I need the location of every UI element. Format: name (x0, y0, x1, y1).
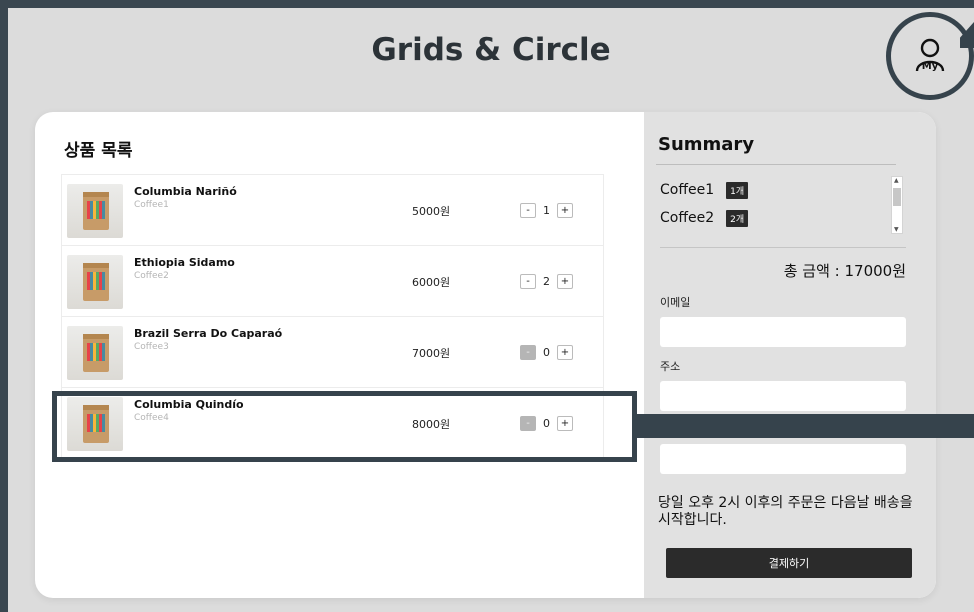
product-name: Brazil Serra Do Caparaó (134, 327, 283, 340)
product-image (67, 397, 123, 451)
checkout-button[interactable]: 결제하기 (666, 548, 912, 578)
decrease-button[interactable]: - (520, 203, 536, 218)
decrease-button[interactable]: - (520, 274, 536, 289)
increase-button[interactable]: + (557, 274, 573, 289)
divider (660, 247, 906, 248)
product-image (67, 184, 123, 238)
product-price: 6000원 (412, 276, 451, 289)
product-subtitle: Coffee2 (134, 271, 169, 281)
summary-title: Summary (658, 134, 755, 155)
summary-panel: Summary Coffee1 1개 Coffee2 2개 ▲ ▼ 총 금액 :… (644, 112, 936, 598)
email-field[interactable] (660, 317, 906, 347)
product-row: Ethiopia Sidamo Coffee2 6000원 - 2 + (61, 245, 604, 316)
product-subtitle: Coffee3 (134, 342, 169, 352)
product-price: 8000원 (412, 418, 451, 431)
quantity-value: 0 (543, 417, 550, 430)
product-name: Columbia Nariñó (134, 185, 237, 198)
product-image (67, 255, 123, 309)
product-price: 7000원 (412, 347, 451, 360)
quantity-value: 1 (543, 204, 550, 217)
my-label: My (922, 61, 939, 72)
product-list-title: 상품 목록 (64, 141, 133, 161)
product-name: Ethiopia Sidamo (134, 256, 235, 269)
decrease-button[interactable]: - (520, 416, 536, 431)
increase-button[interactable]: + (557, 345, 573, 360)
product-row: Columbia Quindío Coffee4 8000원 - 0 + (61, 387, 604, 458)
summary-item: Coffee2 2개 (660, 204, 904, 232)
quantity-value: 0 (543, 346, 550, 359)
summary-item-name: Coffee2 (660, 210, 715, 226)
summary-item: Coffee1 1개 (660, 176, 904, 204)
address-field[interactable] (660, 381, 906, 411)
product-image (67, 326, 123, 380)
product-row: Columbia Nariñó Coffee1 5000원 - 1 + (61, 174, 604, 245)
user-icon: My (913, 37, 947, 75)
quantity-value: 2 (543, 275, 550, 288)
product-price: 5000원 (412, 205, 451, 218)
address-label: 주소 (660, 360, 681, 373)
product-subtitle: Coffee1 (134, 200, 169, 210)
increase-button[interactable]: + (557, 416, 573, 431)
divider (656, 164, 896, 165)
quantity-stepper: - 0 + (520, 345, 573, 360)
product-subtitle: Coffee4 (134, 413, 169, 423)
increase-button[interactable]: + (557, 203, 573, 218)
decrease-button[interactable]: - (520, 345, 536, 360)
callout-connector (637, 414, 974, 438)
email-label: 이메일 (660, 296, 691, 309)
quantity-stepper: - 1 + (520, 203, 573, 218)
product-row: Brazil Serra Do Caparaó Coffee3 7000원 - … (61, 316, 604, 387)
product-list: Columbia Nariñó Coffee1 5000원 - 1 + Ethi… (61, 174, 604, 458)
scroll-down-icon[interactable]: ▼ (894, 226, 899, 233)
total-amount: 총 금액 : 17000원 (783, 262, 906, 280)
delivery-notice: 당일 오후 2시 이후의 주문은 다음날 배송을 시작합니다. (658, 495, 913, 528)
summary-scrollbar[interactable]: ▲ ▼ (891, 176, 903, 234)
postcode-field[interactable] (660, 444, 906, 474)
summary-item-count: 1개 (726, 181, 749, 199)
summary-item-name: Coffee1 (660, 182, 715, 198)
scroll-thumb[interactable] (893, 188, 901, 206)
page-title: Grids & Circle (371, 32, 611, 68)
quantity-stepper: - 2 + (520, 274, 573, 289)
summary-item-count: 2개 (726, 209, 749, 227)
summary-list: Coffee1 1개 Coffee2 2개 (660, 176, 904, 236)
main-card: 상품 목록 Columbia Nariñó Coffee1 5000원 - 1 … (35, 112, 936, 598)
scroll-up-icon[interactable]: ▲ (894, 177, 899, 184)
quantity-stepper: - 0 + (520, 416, 573, 431)
my-page-button[interactable]: My (886, 12, 974, 100)
product-name: Columbia Quindío (134, 398, 244, 411)
